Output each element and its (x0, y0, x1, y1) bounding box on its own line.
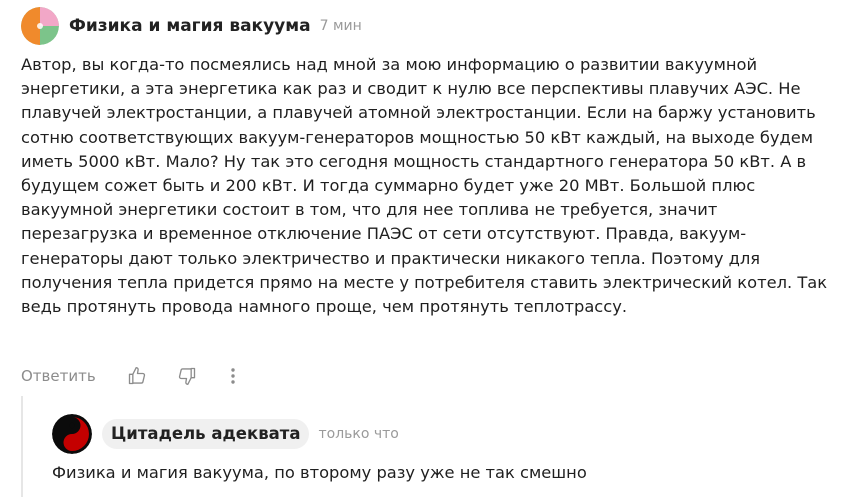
tricolor-circle-avatar-icon (21, 7, 59, 45)
comment-timestamp: 7 мин (319, 18, 362, 34)
reply-thread: Цитадель адеквата только что Физика и ма… (21, 396, 831, 497)
reply-author-name[interactable]: Цитадель адеквата (102, 419, 310, 449)
more-options-button[interactable] (221, 364, 245, 388)
comment-actions: Ответить (21, 364, 245, 388)
reply-button[interactable]: Ответить (21, 367, 96, 385)
author-avatar[interactable] (21, 7, 59, 45)
reply-header: Цитадель адеквата только что (52, 414, 399, 454)
thumbs-down-icon (178, 367, 195, 385)
comment-header: Физика и магия вакуума 7 мин (21, 7, 362, 45)
comment-author-name[interactable]: Физика и магия вакуума (69, 16, 311, 36)
comment-text: Автор, вы когда-то посмеялись над мной з… (21, 55, 828, 317)
thumbs-up-icon (128, 367, 145, 385)
reply-author-avatar[interactable] (52, 414, 92, 454)
dislike-button[interactable] (175, 364, 199, 388)
reply-timestamp: только что (318, 426, 399, 442)
reply-text: Физика и магия вакуума, по второму разу … (52, 463, 587, 482)
like-button[interactable] (125, 364, 149, 388)
yin-yang-avatar-icon (52, 414, 92, 454)
vertical-dots-icon (230, 368, 235, 384)
